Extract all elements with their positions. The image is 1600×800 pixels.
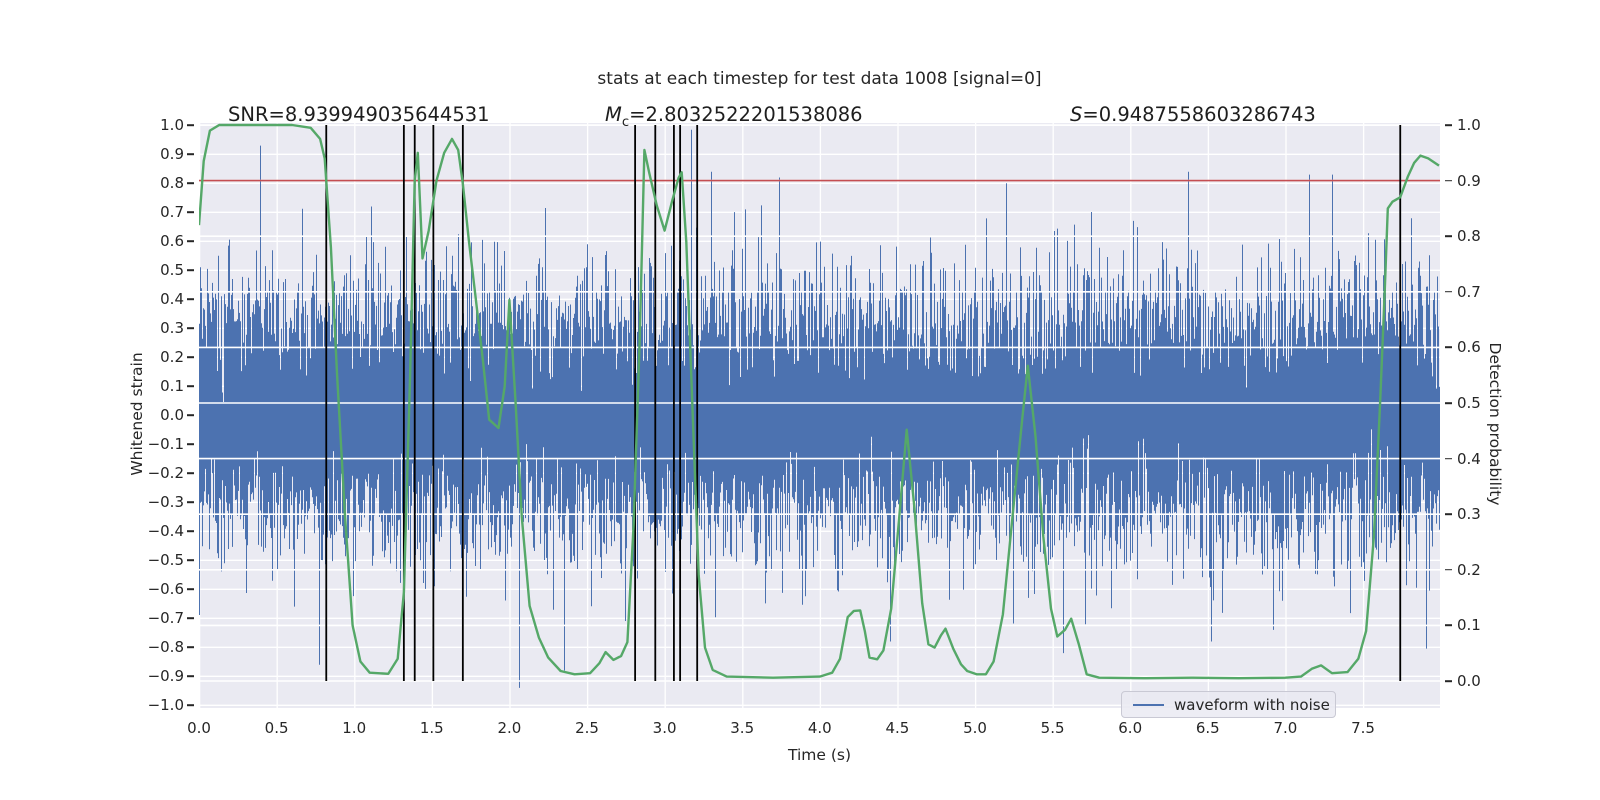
noise-waveform — [199, 129, 1440, 688]
tick-mark — [187, 414, 194, 416]
tick-mark — [187, 617, 194, 619]
left-y-tick-label: 0.6 — [160, 232, 184, 250]
x-tick-label: 5.0 — [963, 719, 987, 737]
tick-mark — [187, 588, 194, 590]
left-y-tick-label: 0.9 — [160, 145, 184, 163]
tick-mark — [1445, 179, 1452, 182]
left-y-tick-label: −0.2 — [147, 464, 184, 482]
annotation-chirp-mass: Mc=2.8032522201538086 — [605, 103, 863, 130]
x-tick-label: 4.5 — [885, 719, 910, 737]
left-y-tick-label: −0.6 — [147, 580, 184, 598]
right-y-tick-label: 0.2 — [1457, 560, 1481, 579]
x-tick-label: 7.5 — [1351, 719, 1375, 737]
x-tick-label: 2.0 — [497, 719, 522, 737]
left-y-tick-label: 1.0 — [160, 116, 184, 134]
legend-line-sample — [1133, 703, 1164, 706]
tick-mark — [187, 124, 194, 126]
tick-mark — [1445, 235, 1452, 237]
gridlines-over — [199, 124, 1440, 682]
chart-canvas — [199, 123, 1440, 708]
tick-mark — [187, 646, 194, 648]
left-y-tick-label: −0.8 — [147, 638, 184, 656]
x-tick-label: 2.5 — [575, 719, 599, 737]
tick-mark — [187, 530, 194, 532]
x-axis-label: Time (s) — [787, 746, 852, 764]
tick-mark — [1445, 124, 1452, 126]
left-y-tick-label: 0.8 — [160, 174, 184, 192]
tick-mark — [187, 153, 194, 155]
x-tick-label: 1.5 — [419, 719, 444, 737]
left-y-tick-label: 0.5 — [160, 261, 184, 279]
tick-mark — [187, 472, 194, 474]
left-axis-label: Whitened strain — [128, 352, 146, 476]
plot-area — [199, 123, 1440, 708]
tick-mark — [187, 501, 194, 503]
tick-mark — [1445, 680, 1452, 682]
annotation-significance: S=0.9487558603286743 — [1070, 103, 1316, 126]
tick-mark — [187, 704, 194, 706]
right-y-tick-label: 0.6 — [1457, 338, 1481, 357]
x-tick-label: 0.5 — [264, 719, 289, 737]
right-y-tick-label: 0.1 — [1457, 616, 1481, 635]
right-y-tick-label: 0.0 — [1457, 672, 1481, 690]
right-y-tick-label: 0.4 — [1457, 449, 1481, 468]
figure: stats at each timestep for test data 100… — [0, 0, 1600, 800]
x-tick-label: 6.0 — [1118, 719, 1143, 737]
tick-mark — [1445, 457, 1452, 460]
right-y-tick-label: 0.7 — [1457, 282, 1481, 301]
left-y-tick-label: 0.3 — [160, 319, 184, 337]
tick-mark — [187, 443, 194, 445]
annotation-snr: SNR=8.939949035644531 — [228, 103, 490, 126]
tick-mark — [1445, 569, 1452, 571]
x-tick-label: 3.0 — [652, 719, 677, 737]
x-tick-label: 5.5 — [1040, 719, 1065, 737]
right-y-tick-label: 0.3 — [1457, 505, 1481, 524]
legend: waveform with noise — [1121, 691, 1336, 718]
tick-mark — [187, 385, 194, 387]
left-y-tick-label: 0.2 — [160, 348, 184, 366]
x-tick-label: 1.0 — [342, 719, 367, 737]
tick-mark — [187, 269, 194, 271]
right-y-tick-label: 0.5 — [1457, 394, 1481, 412]
left-y-tick-label: −0.3 — [147, 493, 184, 511]
tick-mark — [1445, 513, 1452, 515]
tick-mark — [187, 211, 194, 213]
tick-mark — [1445, 624, 1452, 627]
x-tick-label: 6.5 — [1195, 719, 1220, 737]
right-y-tick-label: 1.0 — [1457, 116, 1481, 134]
left-y-tick-label: 0.0 — [160, 406, 184, 424]
legend-label: waveform with noise — [1174, 695, 1330, 714]
tick-mark — [1445, 346, 1452, 349]
left-y-tick-label: 0.1 — [160, 377, 184, 395]
tick-mark — [187, 327, 194, 329]
x-tick-label: 3.5 — [730, 719, 755, 737]
left-y-tick-label: −1.0 — [147, 696, 184, 714]
left-y-tick-label: −0.4 — [147, 522, 184, 540]
tick-mark — [187, 240, 194, 242]
tick-mark — [187, 298, 194, 300]
right-y-tick-label: 0.9 — [1457, 171, 1481, 190]
left-y-tick-label: 0.4 — [160, 290, 184, 308]
right-axis-label: Detection probability — [1486, 342, 1504, 506]
left-y-tick-label: −0.7 — [147, 609, 184, 627]
tick-mark — [187, 675, 194, 677]
tick-mark — [1445, 291, 1452, 293]
tick-mark — [187, 559, 194, 561]
left-y-tick-label: −0.5 — [147, 551, 184, 569]
tick-mark — [1445, 402, 1452, 404]
x-tick-label: 0.0 — [187, 719, 211, 737]
left-y-tick-label: −0.9 — [147, 667, 184, 685]
left-y-tick-label: −0.1 — [147, 435, 184, 453]
chart-title: stats at each timestep for test data 100… — [597, 69, 1042, 89]
x-tick-label: 4.0 — [807, 719, 832, 737]
right-y-tick-label: 0.8 — [1457, 227, 1481, 246]
left-y-tick-label: 0.7 — [160, 203, 184, 221]
x-tick-label: 7.0 — [1273, 719, 1298, 737]
tick-mark — [187, 356, 194, 358]
tick-mark — [187, 182, 194, 184]
